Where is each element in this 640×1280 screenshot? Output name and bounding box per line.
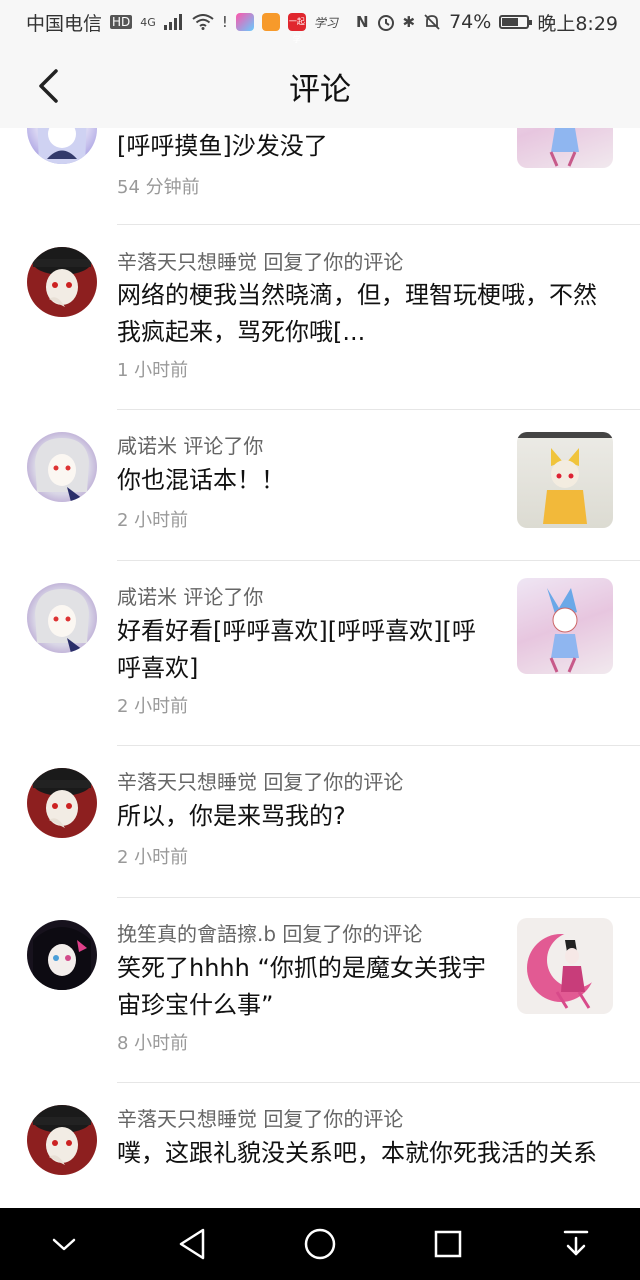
avatar[interactable]: [27, 247, 97, 317]
avatar[interactable]: [27, 1105, 97, 1175]
app-icon-4: 学习: [313, 15, 338, 30]
battery-percent: 74%: [449, 11, 492, 33]
nav-recents-button[interactable]: [420, 1216, 476, 1272]
clock: 晚上8:29: [537, 12, 618, 35]
carrier-label: 中国电信: [26, 12, 103, 35]
comment-time: 8 小时前: [117, 1033, 189, 1054]
list-item[interactable]: 辛落天只想睡觉 回复了你的评论 噗，这跟礼貌没关系吧，本就你死我活的关系: [0, 1083, 640, 1208]
comment-text: 所以，你是来骂我的?: [117, 802, 346, 830]
comment-author-line[interactable]: 辛落天只想睡觉 回复了你的评论: [117, 246, 403, 275]
comment-time: 2 小时前: [117, 847, 189, 868]
comment-author-line[interactable]: 辛落天只想睡觉 回复了你的评论: [117, 766, 403, 795]
comment-text: 噗，这跟礼貌没关系吧，本就你死我活的关系: [117, 1139, 597, 1167]
status-bar: 中国电信 HD 4G ! 一起学 学习 N ✱ 74% 晚上8:29: [0, 0, 640, 44]
nfc-icon: N: [355, 13, 369, 31]
avatar[interactable]: [27, 583, 97, 653]
app-icon-2: [261, 13, 280, 31]
comment-author-line[interactable]: 咸诺米 评论了你: [117, 581, 263, 610]
comment-thumbnail[interactable]: [517, 432, 613, 528]
chevron-left-icon: [39, 69, 58, 103]
comment-author-line[interactable]: 辛落天只想睡觉 回复了你的评论: [117, 1103, 403, 1132]
header-bar: 评论: [0, 44, 640, 128]
comment-thumbnail[interactable]: [517, 128, 613, 168]
avatar[interactable]: [27, 920, 97, 990]
comment-text: 你也混话本！！: [117, 466, 285, 494]
comment-text: 好看好看[呼呼喜欢][呼呼喜欢][呼呼喜欢]: [117, 617, 476, 682]
app-icon-1: [235, 13, 254, 31]
comment-thumbnail[interactable]: [517, 578, 613, 674]
download-icon: [563, 1230, 589, 1256]
status-left: 中国电信 HD 4G ! 一起学 学习: [26, 9, 338, 45]
comment-author-line[interactable]: 挽笙真的會語擦.b 回复了你的评论: [117, 918, 422, 947]
app-icon-3: 一起学: [287, 13, 306, 44]
hd-badge: HD: [110, 15, 133, 29]
system-nav-bar: [0, 1208, 640, 1280]
nav-notification-button[interactable]: [548, 1216, 604, 1272]
list-item[interactable]: 咸诺米 评论了你 你也混话本！！ 2 小时前: [0, 410, 640, 560]
page-title: 评论: [289, 71, 351, 108]
comment-thumbnail[interactable]: [517, 918, 613, 1014]
nav-home-button[interactable]: [292, 1216, 348, 1272]
list-item[interactable]: 辛落天只想睡觉 回复了你的评论 所以，你是来骂我的? 2 小时前: [0, 746, 640, 897]
battery-icon: [499, 15, 533, 29]
status-right: N ✱ 74% 晚上8:29: [356, 9, 618, 36]
back-button[interactable]: [26, 64, 70, 108]
list-item[interactable]: 咸诺米 评论了你 好看好看[呼呼喜欢][呼呼喜欢][呼呼喜欢] 2 小时前: [0, 561, 640, 745]
avatar[interactable]: [27, 768, 97, 838]
mute-icon: [424, 14, 440, 30]
nav-collapse-button[interactable]: [36, 1216, 92, 1272]
comment-text: 网络的梗我当然晓滴，但，理智玩梗哦，不然我疯起来，骂死你哦[...: [117, 281, 597, 346]
avatar[interactable]: [27, 432, 97, 502]
list-item[interactable]: 挽笙真的會語擦.b 回复了你的评论 笑死了hhhh “你抓的是魔女关我宇宙珍宝什…: [0, 898, 640, 1082]
comment-text: 笑死了hhhh “你抓的是魔女关我宇宙珍宝什么事”: [117, 954, 486, 1019]
notification-list[interactable]: [呼呼摸鱼]沙发没了 54 分钟前 辛落天只想睡觉 回复了你的评论 网络的梗我当…: [0, 128, 640, 1208]
alert-icon: !: [221, 13, 228, 31]
signal-icon: [163, 14, 182, 30]
comment-time: 1 小时前: [117, 360, 189, 381]
comment-time: 54 分钟前: [117, 177, 200, 198]
list-item[interactable]: 辛落天只想睡觉 回复了你的评论 网络的梗我当然晓滴，但，理智玩梗哦，不然我疯起来…: [0, 225, 640, 409]
alarm-icon: [377, 15, 394, 31]
nav-back-button[interactable]: [164, 1216, 220, 1272]
home-circle-icon: [304, 1228, 336, 1260]
wifi-icon: [192, 14, 214, 30]
network-type: 4G: [140, 15, 156, 29]
back-triangle-icon: [179, 1228, 205, 1260]
chevron-down-icon: [52, 1238, 76, 1251]
comment-time: 2 小时前: [117, 510, 189, 531]
comment-author-line[interactable]: 咸诺米 评论了你: [117, 430, 263, 459]
list-item[interactable]: [呼呼摸鱼]沙发没了 54 分钟前: [0, 128, 640, 224]
comment-time: 2 小时前: [117, 696, 189, 717]
comment-text: [呼呼摸鱼]沙发没了: [117, 132, 328, 160]
recents-square-icon: [434, 1230, 462, 1258]
avatar[interactable]: [27, 128, 97, 164]
bluetooth-icon: ✱: [402, 13, 416, 31]
